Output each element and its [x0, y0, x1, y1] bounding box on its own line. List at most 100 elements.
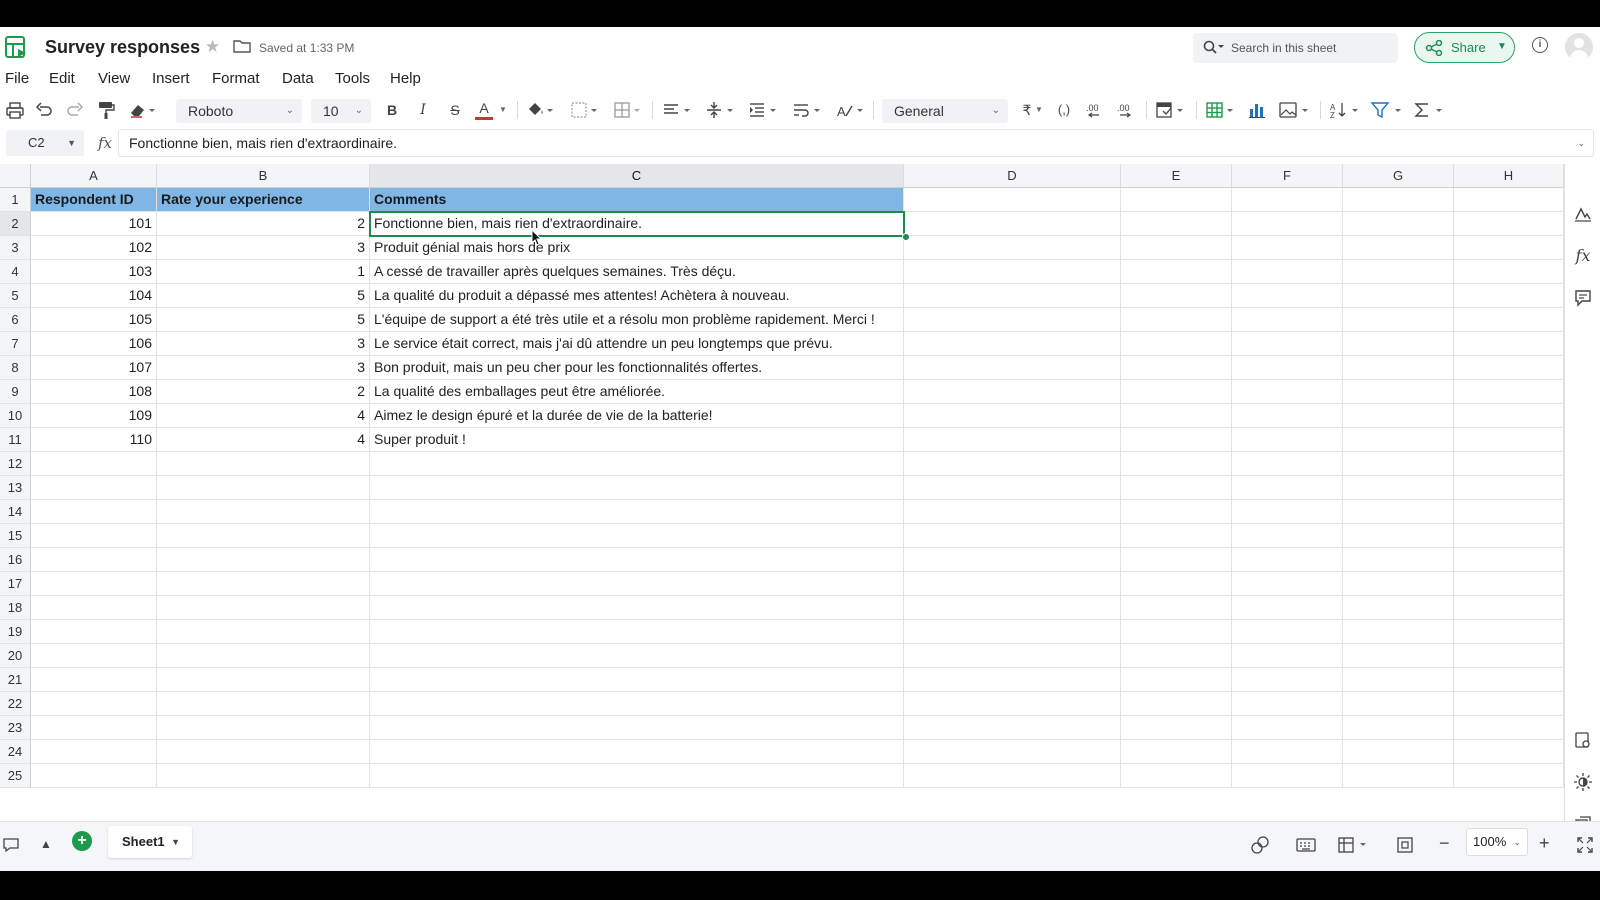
empty-cell[interactable]	[370, 452, 904, 476]
comments-panel-icon[interactable]	[1573, 288, 1593, 308]
empty-cell[interactable]	[1232, 284, 1343, 308]
empty-cell[interactable]	[370, 692, 904, 716]
empty-cell[interactable]	[1343, 188, 1454, 212]
chevron-down-icon[interactable]: ▼	[1035, 100, 1043, 120]
empty-cell[interactable]	[904, 716, 1121, 740]
empty-cell[interactable]	[370, 476, 904, 500]
empty-cell[interactable]	[1343, 236, 1454, 260]
table-cell[interactable]: Aimez le design épuré et la durée de vie…	[370, 404, 904, 428]
zoom-select[interactable]: 100% ⌄	[1466, 828, 1528, 856]
empty-cell[interactable]	[370, 740, 904, 764]
empty-cell[interactable]	[1121, 572, 1232, 596]
menu-file[interactable]: File	[5, 70, 29, 87]
font-size-select[interactable]: 10 ⌄	[311, 99, 371, 123]
empty-cell[interactable]	[1454, 500, 1564, 524]
table-cell[interactable]: Super produit !	[370, 428, 904, 452]
smart-suggestions-icon[interactable]	[1573, 204, 1593, 224]
empty-cell[interactable]	[904, 572, 1121, 596]
sum-icon[interactable]	[1413, 100, 1447, 120]
empty-cell[interactable]	[157, 764, 370, 788]
review-icon[interactable]	[1573, 730, 1593, 750]
row-header[interactable]: 18	[0, 596, 31, 620]
empty-cell[interactable]	[1343, 716, 1454, 740]
empty-cell[interactable]	[904, 596, 1121, 620]
number-format-select[interactable]: General ⌄	[882, 99, 1008, 123]
empty-cell[interactable]	[1454, 452, 1564, 476]
empty-cell[interactable]	[31, 764, 157, 788]
empty-cell[interactable]	[1232, 308, 1343, 332]
empty-cell[interactable]	[157, 716, 370, 740]
strikethrough-button[interactable]: S	[447, 100, 463, 120]
empty-cell[interactable]	[1343, 668, 1454, 692]
row-header[interactable]: 20	[0, 644, 31, 668]
row-header[interactable]: 19	[0, 620, 31, 644]
row-header[interactable]: 3	[0, 236, 31, 260]
empty-cell[interactable]	[1454, 524, 1564, 548]
empty-cell[interactable]	[904, 428, 1121, 452]
empty-cell[interactable]	[1454, 380, 1564, 404]
row-header[interactable]: 4	[0, 260, 31, 284]
empty-cell[interactable]	[1232, 380, 1343, 404]
empty-cell[interactable]	[1121, 764, 1232, 788]
font-family-select[interactable]: Roboto ⌄	[176, 99, 302, 123]
empty-cell[interactable]	[370, 548, 904, 572]
empty-cell[interactable]	[157, 572, 370, 596]
table-cell[interactable]: 5	[157, 284, 370, 308]
empty-cell[interactable]	[370, 572, 904, 596]
row-header[interactable]: 21	[0, 668, 31, 692]
row-header[interactable]: 25	[0, 764, 31, 788]
row-header[interactable]: 2	[0, 212, 31, 236]
table-cell[interactable]: 4	[157, 428, 370, 452]
row-header[interactable]: 8	[0, 356, 31, 380]
collaboration-icon[interactable]	[1250, 835, 1272, 855]
empty-cell[interactable]	[904, 404, 1121, 428]
empty-cell[interactable]	[1454, 548, 1564, 572]
table-cell[interactable]: 101	[31, 212, 157, 236]
empty-cell[interactable]	[1121, 644, 1232, 668]
select-all-corner[interactable]	[0, 164, 31, 188]
column-header-f[interactable]: F	[1232, 164, 1343, 188]
column-header-e[interactable]: E	[1121, 164, 1232, 188]
empty-cell[interactable]	[1232, 500, 1343, 524]
table-cell[interactable]: Produit génial mais hors de prix	[370, 236, 904, 260]
empty-cell[interactable]	[904, 188, 1121, 212]
empty-cell[interactable]	[370, 764, 904, 788]
empty-cell[interactable]	[1121, 524, 1232, 548]
document-title[interactable]: Survey responses	[45, 37, 200, 58]
empty-cell[interactable]	[1343, 596, 1454, 620]
empty-cell[interactable]	[31, 596, 157, 620]
empty-cell[interactable]	[1343, 260, 1454, 284]
table-header-cell[interactable]: Respondent ID	[31, 188, 157, 212]
info-icon[interactable]: i	[1532, 37, 1548, 53]
table-cell[interactable]: 2	[157, 380, 370, 404]
empty-cell[interactable]	[1121, 668, 1232, 692]
empty-cell[interactable]	[31, 620, 157, 644]
empty-cell[interactable]	[1121, 308, 1232, 332]
row-header[interactable]: 22	[0, 692, 31, 716]
empty-cell[interactable]	[1454, 404, 1564, 428]
empty-cell[interactable]	[1454, 620, 1564, 644]
empty-cell[interactable]	[904, 260, 1121, 284]
empty-cell[interactable]	[1232, 428, 1343, 452]
empty-cell[interactable]	[157, 452, 370, 476]
row-header[interactable]: 1	[0, 188, 31, 212]
empty-cell[interactable]	[370, 644, 904, 668]
empty-cell[interactable]	[1454, 188, 1564, 212]
table-cell[interactable]: 3	[157, 236, 370, 260]
table-cell[interactable]: Fonctionne bien, mais rien d'extraordina…	[370, 212, 904, 236]
empty-cell[interactable]	[1232, 668, 1343, 692]
empty-cell[interactable]	[904, 212, 1121, 236]
empty-cell[interactable]	[1454, 740, 1564, 764]
chevron-down-icon[interactable]: ▼	[499, 100, 507, 120]
empty-cell[interactable]	[157, 644, 370, 668]
empty-cell[interactable]	[1121, 188, 1232, 212]
empty-cell[interactable]	[1454, 284, 1564, 308]
theme-icon[interactable]	[1573, 772, 1593, 792]
chart-icon[interactable]	[1248, 100, 1266, 120]
empty-cell[interactable]	[1121, 380, 1232, 404]
empty-cell[interactable]	[1343, 332, 1454, 356]
empty-cell[interactable]	[1343, 548, 1454, 572]
empty-cell[interactable]	[1454, 332, 1564, 356]
increase-decimal-icon[interactable]: .00	[1116, 100, 1136, 120]
row-header[interactable]: 17	[0, 572, 31, 596]
